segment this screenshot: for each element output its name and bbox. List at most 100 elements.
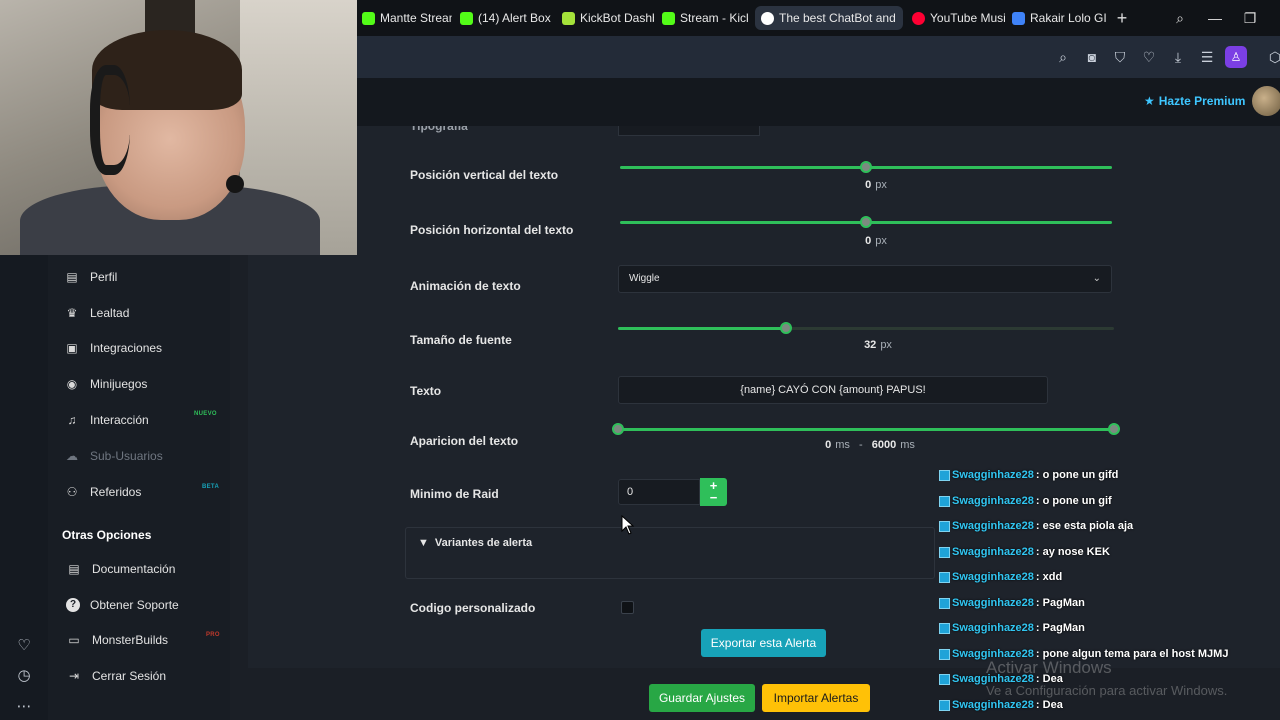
restore-icon[interactable]: ❐ xyxy=(1240,8,1260,28)
sidebar-item-sub-usuarios: ☁ Sub-Usuarios xyxy=(66,449,163,463)
chat-message: Swagginhaze28: ese esta piola aja xyxy=(939,520,1133,532)
heart-icon[interactable]: ♡ xyxy=(1140,48,1158,66)
tab-rakair-gif[interactable]: Rakair Lolo GI xyxy=(1006,6,1106,30)
windows-activation-title: Activar Windows xyxy=(986,658,1112,677)
chat-text: : ese esta piola aja xyxy=(1035,520,1134,532)
kick-badge-icon xyxy=(939,622,950,634)
sidebar-item-integraciones[interactable]: ▣ Integraciones xyxy=(64,341,162,355)
min-raid-label: Minimo de Raid xyxy=(410,487,499,501)
extensions-icon[interactable]: ⬡ xyxy=(1266,48,1280,66)
logout-icon: ⇥ xyxy=(68,669,80,683)
tab-chatbot-active[interactable]: The best ChatBot and xyxy=(755,6,903,30)
save-settings-button[interactable]: Guardar Ajustes xyxy=(649,684,755,712)
vertical-position-label: Posición vertical del texto xyxy=(410,168,559,182)
chevron-down-icon: ▼ xyxy=(418,537,429,549)
appear-label: Aparicion del texto xyxy=(410,434,519,448)
id-card-icon: ▤ xyxy=(66,270,78,284)
webcam-overlay xyxy=(0,0,357,255)
chat-username: Swagginhaze28 xyxy=(952,622,1034,634)
chat-username: Swagginhaze28 xyxy=(952,520,1034,532)
kick-icon xyxy=(662,11,675,25)
minimize-icon[interactable]: — xyxy=(1205,8,1225,28)
sidebar-item-soporte[interactable]: ? Obtener Soporte xyxy=(66,598,179,612)
text-label: Texto xyxy=(410,384,442,398)
pro-badge: PRO xyxy=(206,632,220,638)
kick-icon xyxy=(362,11,375,25)
custom-code-checkbox[interactable] xyxy=(621,601,634,614)
tab-alert-box[interactable]: (14) Alert Box xyxy=(454,6,552,30)
vertical-value: 0 px xyxy=(865,179,887,191)
font-size-value: 32 px xyxy=(864,339,892,351)
more-icon[interactable]: ⋯ xyxy=(14,697,34,717)
sidebar-item-monsterbuilds[interactable]: ▭ MonsterBuilds xyxy=(66,633,168,647)
sidebar-item-perfil[interactable]: ▤ Perfil xyxy=(64,270,117,284)
sidebar-item-referidos[interactable]: ⚇ Referidos xyxy=(64,485,142,499)
search-tabs-icon[interactable]: ⌕ xyxy=(1170,8,1190,28)
alert-text-input[interactable]: {name} CAYÓ CON {amount} PAPUS! xyxy=(618,376,1048,404)
sidebar-item-interaccion[interactable]: ♫ Interacción xyxy=(64,413,149,427)
sidebar-item-documentacion[interactable]: ▤ Documentación xyxy=(66,562,175,576)
sidebar-item-cerrar-sesion[interactable]: ⇥ Cerrar Sesión xyxy=(66,669,166,683)
font-size-slider-fill xyxy=(618,327,786,330)
camera-icon[interactable]: ◙ xyxy=(1083,48,1101,66)
premium-link[interactable]: ★ Hazte Premium xyxy=(1144,94,1245,108)
microphone-icon xyxy=(226,175,244,193)
app-root: Mantte Stream (14) Alert Box KickBot Das… xyxy=(0,0,1280,720)
menu-icon[interactable]: ☰ xyxy=(1198,48,1216,66)
tab-stream-kick[interactable]: Stream - Kick xyxy=(656,6,748,30)
chat-message: Swagginhaze28: xdd xyxy=(939,571,1062,583)
appear-max-thumb[interactable] xyxy=(1108,423,1120,435)
tab-mantte-stream[interactable]: Mantte Stream xyxy=(356,6,452,30)
chat-text: : xdd xyxy=(1035,571,1063,583)
import-alerts-button[interactable]: Importar Alertas xyxy=(762,684,870,712)
gamepad-icon: ◉ xyxy=(66,377,78,391)
variants-toggle[interactable]: ▼ Variantes de alerta xyxy=(418,537,532,549)
export-alert-button[interactable]: Exportar esta Alerta xyxy=(701,629,826,657)
headset-icon xyxy=(90,65,130,175)
profile-icon[interactable]: ♙ xyxy=(1225,46,1247,68)
beta-badge: BETA xyxy=(202,484,220,490)
chevron-down-icon: ⌄ xyxy=(1092,273,1101,284)
sidebar-item-lealtad[interactable]: ♛ Lealtad xyxy=(64,306,130,320)
horizontal-value: 0 px xyxy=(865,235,887,247)
animation-select[interactable]: Wiggle ⌄ xyxy=(618,265,1112,293)
mouse-cursor-icon xyxy=(621,515,635,535)
chat-text: : o pone un gif xyxy=(1035,495,1112,507)
search-icon[interactable]: ⌕ xyxy=(1054,48,1072,66)
appear-min-thumb[interactable] xyxy=(612,423,624,435)
music-icon: ♫ xyxy=(67,413,77,427)
plug-icon: ▣ xyxy=(66,341,78,355)
horizontal-slider-thumb[interactable] xyxy=(860,216,872,228)
sidebar-item-minijuegos[interactable]: ◉ Minijuegos xyxy=(64,377,148,391)
chat-text: : o pone un gifd xyxy=(1035,469,1119,481)
chat-username: Swagginhaze28 xyxy=(952,469,1034,481)
question-icon: ? xyxy=(66,598,80,612)
appear-range-value: 0 ms - 6000 ms xyxy=(825,439,915,451)
shield-icon[interactable]: ⛉ xyxy=(1111,48,1129,66)
appear-range-slider[interactable] xyxy=(618,428,1114,431)
new-tab-button[interactable]: + xyxy=(1113,9,1131,27)
vertical-slider-thumb[interactable] xyxy=(860,161,872,173)
animation-label: Animación de texto xyxy=(410,279,521,293)
section-title-otras-opciones: Otras Opciones xyxy=(62,528,152,542)
font-size-slider-thumb[interactable] xyxy=(780,322,792,334)
font-size-label: Tamaño de fuente xyxy=(410,333,512,347)
kick-badge-icon xyxy=(939,546,950,558)
chat-text: : PagMan xyxy=(1035,622,1085,634)
kick-badge-icon xyxy=(939,673,950,685)
min-raid-input[interactable]: 0 xyxy=(618,479,700,505)
tab-kickbot-dashboard[interactable]: KickBot Dashb xyxy=(556,6,654,30)
minus-icon[interactable]: − xyxy=(700,491,727,504)
user-avatar[interactable] xyxy=(1252,86,1280,116)
horizontal-position-label: Posición horizontal del texto xyxy=(410,223,574,237)
gif-icon xyxy=(1012,11,1025,25)
download-icon[interactable]: ⤓ xyxy=(1169,48,1187,66)
tab-youtube-music[interactable]: YouTube Music xyxy=(906,6,1006,30)
heart-icon[interactable]: ♡ xyxy=(14,636,34,656)
chat-message: Swagginhaze28: PagMan xyxy=(939,622,1085,634)
custom-code-label: Codigo personalizado xyxy=(410,601,536,615)
history-icon[interactable]: ◷ xyxy=(14,666,34,686)
quantity-stepper[interactable]: + − xyxy=(700,478,727,506)
botrix-icon xyxy=(761,11,774,25)
new-badge: NUEVO xyxy=(194,411,217,417)
